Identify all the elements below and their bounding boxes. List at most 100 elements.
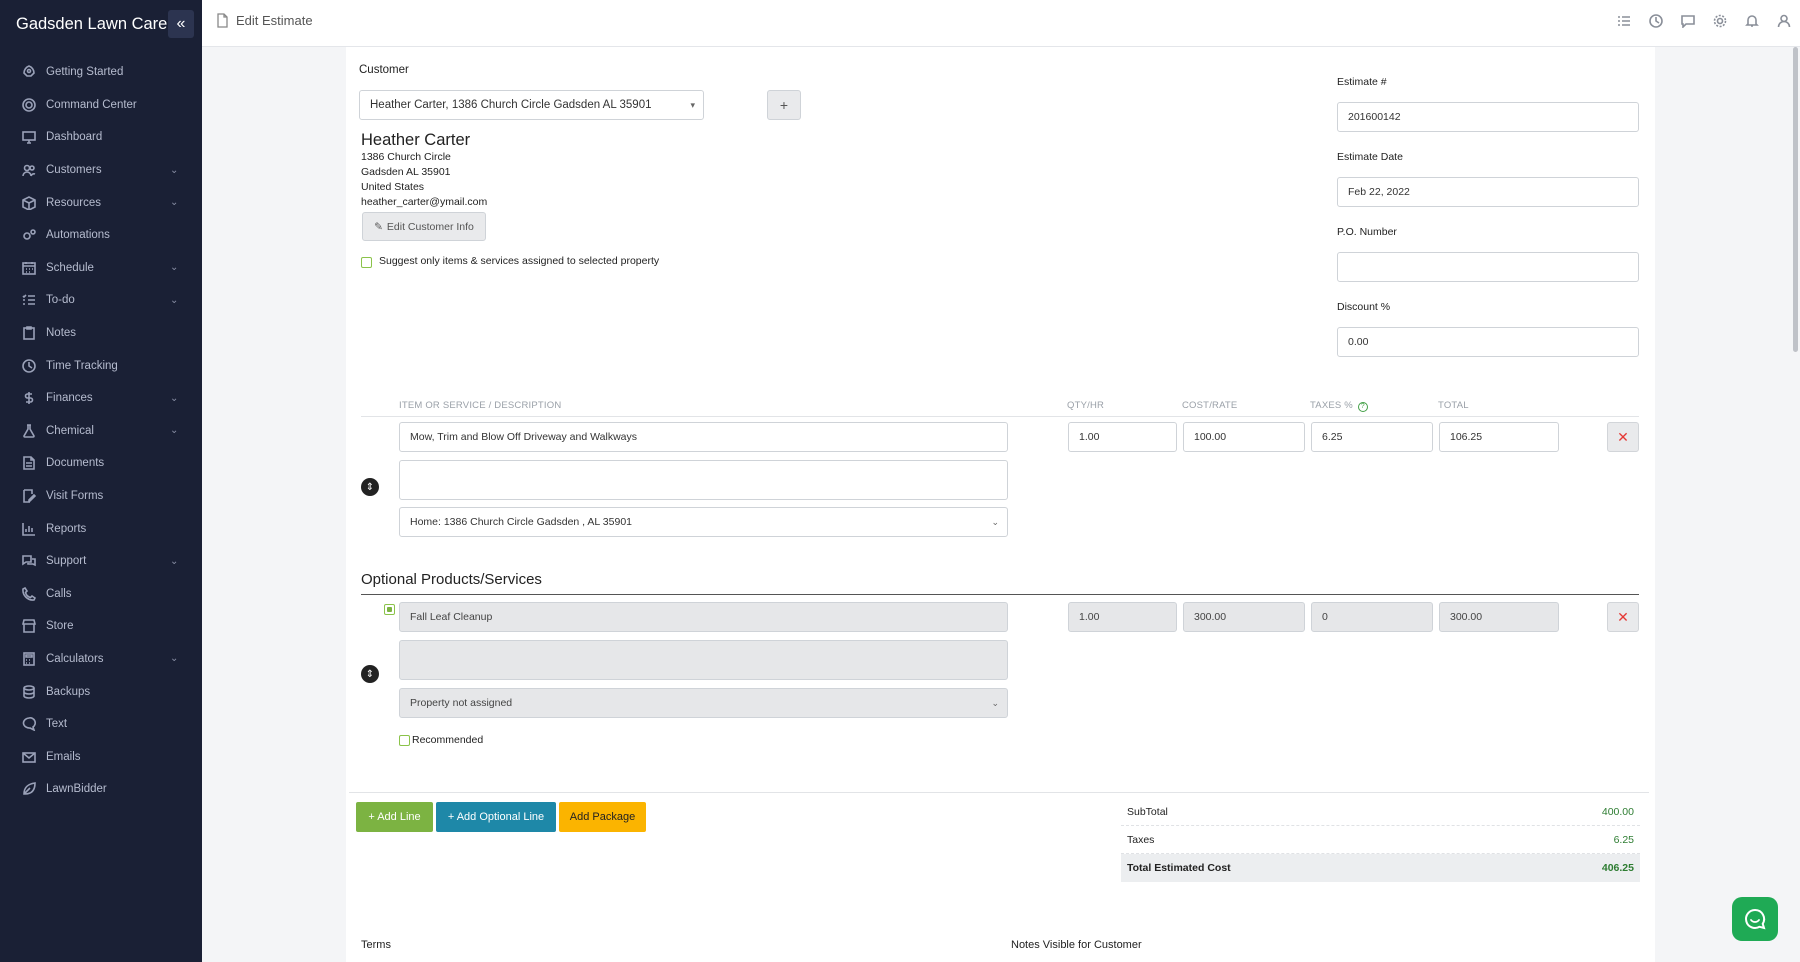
flask-icon [23, 424, 35, 438]
sidebar-item-calculators[interactable]: Calculators ⌄ [0, 643, 202, 676]
add-customer-button[interactable]: + [767, 90, 801, 120]
sidebar-item-label: Emails [46, 750, 81, 763]
calculator-icon [23, 652, 35, 666]
gear-icon[interactable] [1704, 14, 1736, 28]
chevron-down-icon: ⌄ [991, 697, 999, 708]
task-list-icon[interactable] [1608, 14, 1640, 28]
customer-label: Customer [359, 64, 409, 76]
sidebar-item-customers[interactable]: Customers ⌄ [0, 154, 202, 187]
chevron-down-icon: ⌄ [170, 262, 179, 274]
pencil-icon: ✎ [374, 220, 383, 233]
chevron-down-icon: ⌄ [170, 653, 179, 665]
optional-qty-input[interactable]: 1.00 [1068, 602, 1177, 632]
sidebar-item-store[interactable]: Store [0, 610, 202, 643]
calendar-icon [22, 261, 36, 275]
optional-divider [361, 594, 1639, 595]
sidebar-item-backups[interactable]: Backups [0, 675, 202, 708]
customer-email[interactable]: heather_carter@ymail.com [361, 196, 487, 208]
optional-item-input[interactable]: Fall Leaf Cleanup [399, 602, 1008, 632]
terms-label: Terms [361, 939, 391, 951]
clock-icon[interactable] [1640, 14, 1672, 28]
sidebar-item-lawnbidder[interactable]: LawnBidder [0, 773, 202, 806]
customer-select[interactable]: Heather Carter, 1386 Church Circle Gadsd… [359, 90, 704, 120]
customer-select-value: Heather Carter, 1386 Church Circle Gadsd… [370, 99, 652, 111]
estimate-date-input[interactable]: Feb 22, 2022 [1337, 177, 1639, 207]
live-chat-button[interactable] [1732, 897, 1778, 941]
header-taxes-text: TAXES % [1310, 400, 1353, 411]
target-icon [22, 98, 36, 112]
sidebar-item-label: Finances [46, 392, 93, 405]
sidebar-item-time-tracking[interactable]: Time Tracking [0, 349, 202, 382]
edit-customer-button[interactable]: ✎ Edit Customer Info [362, 212, 486, 241]
reorder-icon[interactable]: ⇕ [361, 478, 379, 496]
sidebar-item-dashboard[interactable]: Dashboard [0, 121, 202, 154]
line-item-input[interactable]: Mow, Trim and Blow Off Driveway and Walk… [399, 422, 1008, 452]
estimate-date-label: Estimate Date [1337, 151, 1403, 163]
suggest-items-checkbox[interactable] [361, 257, 372, 268]
sidebar-item-resources[interactable]: Resources ⌄ [0, 186, 202, 219]
help-icon[interactable]: ? [1357, 402, 1368, 412]
optional-description-textarea[interactable] [399, 640, 1008, 680]
customer-name: Heather Carter [361, 131, 471, 149]
delete-line-button[interactable]: ✕ [1607, 422, 1639, 452]
sidebar-item-notes[interactable]: Notes [0, 317, 202, 350]
sidebar-item-label: LawnBidder [46, 783, 107, 796]
sidebar-item-automations[interactable]: Automations [0, 219, 202, 252]
chat-icon[interactable] [1672, 14, 1704, 28]
add-optional-line-button[interactable]: + Add Optional Line [436, 802, 556, 832]
line-property-select[interactable]: Home: 1386 Church Circle Gadsden , AL 35… [399, 507, 1008, 537]
sidebar-item-emails[interactable]: Emails [0, 740, 202, 773]
line-total-input[interactable]: 106.25 [1439, 422, 1559, 452]
sidebar-item-getting-started[interactable]: Getting Started [0, 56, 202, 89]
line-property-value: Home: 1386 Church Circle Gadsden , AL 35… [410, 516, 632, 528]
sidebar-item-command-center[interactable]: Command Center [0, 89, 202, 122]
chevron-down-icon: ⌄ [170, 164, 179, 176]
header-cost: COST/RATE [1182, 400, 1238, 411]
user-icon[interactable] [1768, 14, 1800, 28]
discount-input[interactable]: 0.00 [1337, 327, 1639, 357]
bell-icon[interactable] [1736, 14, 1768, 28]
line-description-textarea[interactable] [399, 460, 1008, 500]
subtotal-row: SubTotal 400.00 [1121, 798, 1640, 826]
reorder-icon[interactable]: ⇕ [361, 665, 379, 683]
collapse-sidebar-button[interactable]: « [168, 10, 194, 38]
sidebar-item-text[interactable]: Text [0, 708, 202, 741]
recommended-checkbox[interactable] [399, 735, 410, 746]
optional-include-checkbox[interactable] [384, 604, 395, 615]
page-scrollbar[interactable] [1793, 47, 1798, 352]
po-number-input[interactable] [1337, 252, 1639, 282]
line-taxes-input[interactable]: 6.25 [1311, 422, 1433, 452]
sidebar-item-chemical[interactable]: Chemical ⌄ [0, 415, 202, 448]
page-title-text: Edit Estimate [236, 13, 313, 28]
sidebar-item-label: Calls [46, 587, 72, 600]
optional-cost-input[interactable]: 300.00 [1183, 602, 1305, 632]
sidebar-item-support[interactable]: Support ⌄ [0, 545, 202, 578]
line-qty-input[interactable]: 1.00 [1068, 422, 1177, 452]
document-icon [23, 456, 35, 471]
sidebar-item-calls[interactable]: Calls [0, 578, 202, 611]
delete-optional-button[interactable]: ✕ [1607, 602, 1639, 632]
sidebar-item-reports[interactable]: Reports [0, 512, 202, 545]
sidebar-item-finances[interactable]: Finances ⌄ [0, 382, 202, 415]
line-cost-input[interactable]: 100.00 [1183, 422, 1305, 452]
optional-taxes-input[interactable]: 0 [1311, 602, 1433, 632]
clock-icon [22, 358, 36, 373]
header-qty: QTY/HR [1067, 400, 1105, 411]
total-row: Total Estimated Cost 406.25 [1121, 854, 1640, 882]
add-line-button[interactable]: + Add Line [356, 802, 433, 832]
sidebar-item-to-do[interactable]: To-do ⌄ [0, 284, 202, 317]
sidebar-item-schedule[interactable]: Schedule ⌄ [0, 252, 202, 285]
optional-property-select[interactable]: Property not assigned ⌄ [399, 688, 1008, 718]
estimate-number-input[interactable]: 201600142 [1337, 102, 1639, 132]
edit-customer-label: Edit Customer Info [386, 220, 474, 233]
recommended-label: Recommended [412, 734, 484, 746]
database-icon [23, 684, 35, 699]
optional-total-input[interactable]: 300.00 [1439, 602, 1559, 632]
sidebar-item-visit-forms[interactable]: Visit Forms [0, 480, 202, 513]
rocket-icon [23, 65, 35, 78]
sidebar-item-documents[interactable]: Documents [0, 447, 202, 480]
customer-country: United States [361, 181, 425, 193]
customer-address-line2: Gadsden AL 35901 [361, 166, 451, 178]
po-number-label: P.O. Number [1337, 226, 1397, 238]
add-package-button[interactable]: Add Package [559, 802, 646, 832]
